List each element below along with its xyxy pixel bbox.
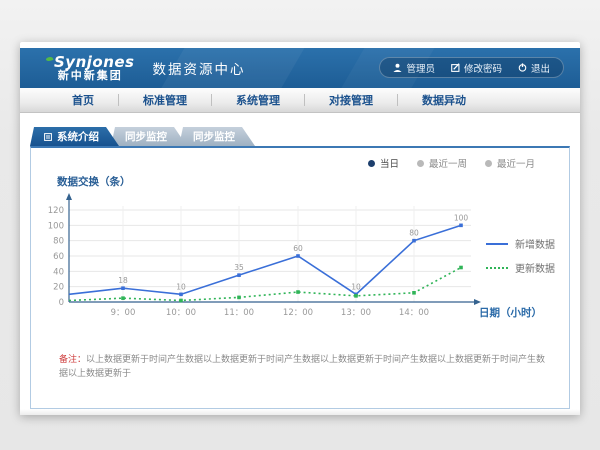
radio-dot bbox=[485, 160, 492, 167]
radio-3[interactable]: 最近一月 bbox=[485, 156, 535, 170]
app-header: Synjones 新中新集团 数据资源中心 管理员 修改密码 退出 bbox=[20, 48, 580, 88]
radio-1[interactable]: 当日 bbox=[368, 156, 399, 170]
nav-item-3[interactable]: 系统管理 bbox=[212, 92, 304, 108]
svg-text:10: 10 bbox=[351, 282, 361, 291]
edit-icon bbox=[451, 63, 460, 72]
radio-label: 最近一月 bbox=[497, 156, 535, 170]
svg-text:20: 20 bbox=[53, 283, 64, 293]
svg-text:60: 60 bbox=[53, 252, 64, 262]
change-password-label: 修改密码 bbox=[464, 61, 502, 75]
current-user-button[interactable]: 管理员 bbox=[393, 61, 435, 75]
svg-text:13：00: 13：00 bbox=[341, 308, 371, 318]
tab-label: 系统介绍 bbox=[57, 129, 99, 144]
radio-label: 最近一周 bbox=[429, 156, 467, 170]
legend-label: 更新数据 bbox=[515, 260, 555, 275]
svg-text:10: 10 bbox=[176, 282, 186, 291]
nav-item-4[interactable]: 对接管理 bbox=[305, 92, 397, 108]
chart-legend: 新增数据更新数据 bbox=[486, 236, 555, 275]
power-icon bbox=[518, 63, 527, 72]
footer-note: 备注：以上数据更新于时间产生数据以上数据更新于时间产生数据以上数据更新于时间产生… bbox=[59, 354, 553, 381]
radio-label: 当日 bbox=[380, 156, 399, 170]
svg-text:80: 80 bbox=[409, 229, 419, 238]
line-chart[interactable]: 0 20 40 60 80 100 120 9：00 10：00 11：00 12：00 13：00 1… bbox=[39, 192, 539, 327]
nav-item-2[interactable]: 标准管理 bbox=[119, 92, 211, 108]
user-name-label: 管理员 bbox=[406, 61, 435, 75]
app-window: Synjones 新中新集团 数据资源中心 管理员 修改密码 退出 首页标准管理… bbox=[20, 42, 580, 415]
svg-text:35: 35 bbox=[234, 263, 244, 272]
user-toolbar: 管理员 修改密码 退出 bbox=[379, 57, 564, 78]
tab-bar: 系统介绍 同步监控 同步监控 bbox=[30, 127, 247, 146]
svg-text:10：00: 10：00 bbox=[166, 308, 196, 318]
main-nav: 首页标准管理系统管理对接管理数据异动 bbox=[20, 88, 580, 113]
page-title: 数据资源中心 bbox=[153, 58, 246, 78]
tab-2[interactable]: 同步监控 bbox=[111, 127, 187, 146]
leaf-icon bbox=[46, 56, 54, 62]
company-logo: Synjones 新中新集团 bbox=[46, 54, 135, 83]
tab-1[interactable]: 系统介绍 bbox=[30, 127, 119, 146]
svg-text:100: 100 bbox=[48, 221, 64, 231]
note-prefix: 备注： bbox=[59, 355, 86, 365]
svg-text:11：00: 11：00 bbox=[224, 308, 254, 318]
radio-dot bbox=[417, 160, 424, 167]
legend-item-1[interactable]: 新增数据 bbox=[486, 236, 555, 251]
tab-label: 同步监控 bbox=[125, 129, 167, 144]
note-body: 以上数据更新于时间产生数据以上数据更新于时间产生数据以上数据更新于时间产生数据以… bbox=[59, 355, 545, 379]
legend-label: 新增数据 bbox=[515, 236, 555, 251]
svg-text:12：00: 12：00 bbox=[283, 308, 313, 318]
svg-text:14：00: 14：00 bbox=[399, 308, 429, 318]
change-password-button[interactable]: 修改密码 bbox=[451, 61, 502, 75]
logout-label: 退出 bbox=[531, 61, 550, 75]
radio-2[interactable]: 最近一周 bbox=[417, 156, 467, 170]
legend-line-sample bbox=[486, 243, 508, 245]
y-axis-title: 数据交换（条） bbox=[57, 174, 131, 189]
content-panel: 当日 最近一周 最近一月 数据交换（条） 0 20 40 60 80 100 120 9：00 10… bbox=[30, 146, 570, 409]
svg-text:120: 120 bbox=[48, 206, 64, 216]
document-icon bbox=[44, 133, 52, 141]
time-range-filter: 当日 最近一周 最近一月 bbox=[368, 156, 535, 170]
radio-dot bbox=[368, 160, 375, 167]
svg-text:60: 60 bbox=[293, 244, 303, 253]
svg-text:9：00: 9：00 bbox=[111, 308, 136, 318]
svg-text:18: 18 bbox=[118, 276, 128, 285]
logo-company-name: 新中新集团 bbox=[46, 70, 135, 82]
legend-line-sample bbox=[486, 267, 508, 269]
logout-button[interactable]: 退出 bbox=[518, 61, 550, 75]
svg-text:80: 80 bbox=[53, 237, 64, 247]
logo-brand-text: Synjones bbox=[46, 54, 135, 71]
user-icon bbox=[393, 63, 402, 72]
tab-label: 同步监控 bbox=[193, 129, 235, 144]
tab-3[interactable]: 同步监控 bbox=[179, 127, 255, 146]
svg-text:40: 40 bbox=[53, 267, 64, 277]
x-axis-title: 日期（小时） bbox=[479, 305, 542, 320]
svg-text:100: 100 bbox=[454, 213, 469, 222]
nav-item-5[interactable]: 数据异动 bbox=[398, 92, 490, 108]
legend-item-2[interactable]: 更新数据 bbox=[486, 260, 555, 275]
nav-item-1[interactable]: 首页 bbox=[48, 92, 118, 108]
page-bottom-strip bbox=[20, 409, 580, 415]
svg-text:0: 0 bbox=[59, 298, 64, 308]
